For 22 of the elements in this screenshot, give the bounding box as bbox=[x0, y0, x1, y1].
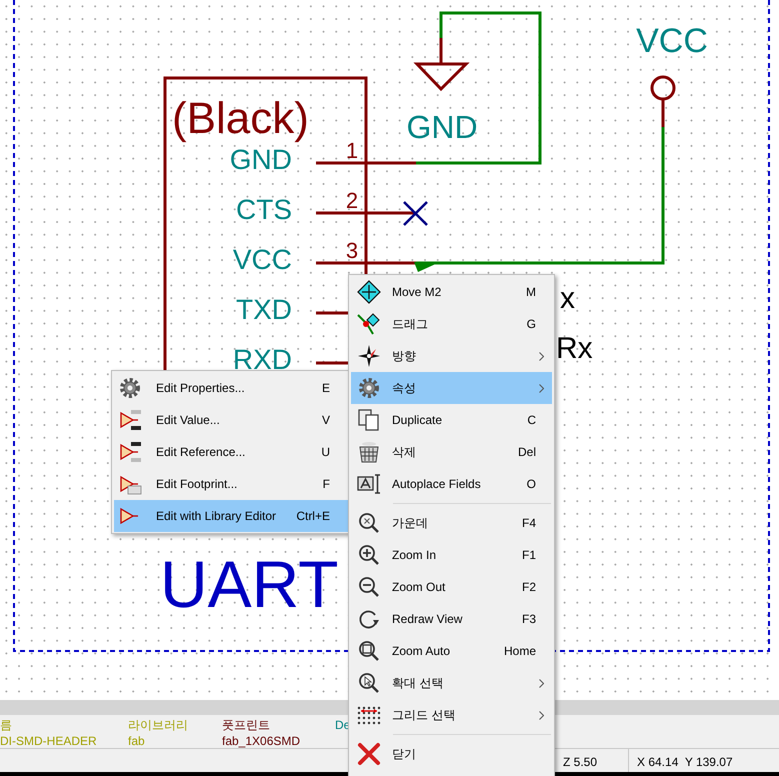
pin-name: GND bbox=[230, 144, 292, 175]
info-header: 름 bbox=[0, 717, 12, 734]
info-value: fab_1X06SMD bbox=[222, 733, 300, 750]
info-value: fab bbox=[128, 733, 145, 750]
pin-name: VCC bbox=[232, 244, 292, 275]
status-coordinates: X 64.14 Y 139.07 bbox=[637, 754, 733, 771]
sheet-text: UART bbox=[160, 547, 338, 621]
info-value: DI-SMD-HEADER bbox=[0, 733, 97, 750]
pin-name: CTS bbox=[236, 194, 292, 225]
pin-number: 3 bbox=[346, 238, 358, 263]
info-header: 풋프린트 bbox=[222, 717, 270, 734]
pin-name: TXD bbox=[236, 294, 292, 325]
info-header: 라이브러리 bbox=[128, 717, 188, 734]
pin-number: 1 bbox=[346, 138, 358, 163]
component-value: (Black) bbox=[172, 94, 309, 143]
status-zoom: Z 5.50 bbox=[563, 754, 598, 771]
pin-name: RXD bbox=[232, 344, 292, 375]
power-label: VCC bbox=[636, 22, 708, 60]
pin-number: 2 bbox=[346, 188, 358, 213]
net-label: x bbox=[560, 282, 575, 315]
net-label: Rx bbox=[556, 332, 593, 365]
power-label: GND bbox=[406, 109, 478, 145]
